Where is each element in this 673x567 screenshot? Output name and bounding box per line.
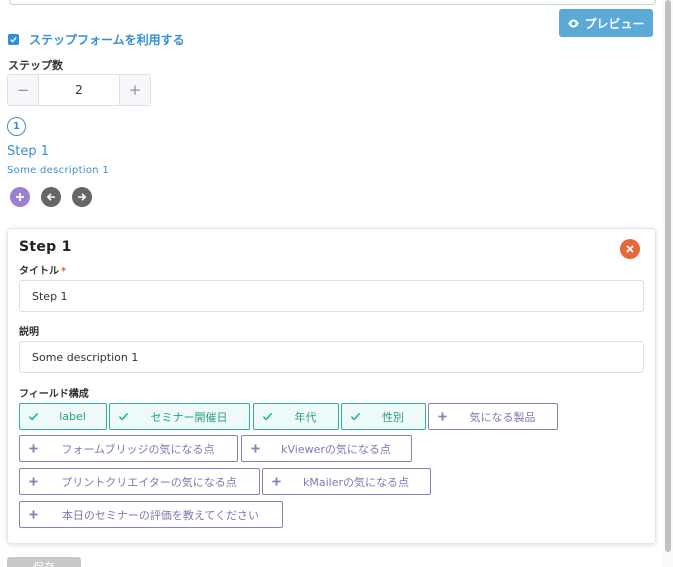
scrollbar-thumb[interactable] xyxy=(665,0,671,552)
step-count-label: ステップ数 xyxy=(8,59,63,72)
plus-icon-wrap xyxy=(20,436,47,461)
title-input[interactable]: Step 1 xyxy=(19,280,644,312)
title-label-text: タイトル xyxy=(19,266,59,277)
close-icon xyxy=(626,245,634,253)
field-chip-label: 気になる製品 xyxy=(469,410,536,424)
field-chip-label: 性別 xyxy=(382,410,404,424)
field-chip-label: セミナー開催日 xyxy=(150,410,228,424)
plus-icon xyxy=(438,412,447,421)
field-chip[interactable]: フォームブリッジの気になる点 xyxy=(19,435,238,462)
check-icon-wrap xyxy=(110,404,137,429)
check-icon xyxy=(10,37,17,43)
step-card: Step 1 タイトル * Step 1 説明 Some description … xyxy=(7,228,656,544)
check-icon xyxy=(350,412,361,421)
field-chip[interactable]: label xyxy=(19,403,107,430)
field-chip-label: プリントクリエイターの気になる点 xyxy=(61,475,237,489)
field-chip-label: 年代 xyxy=(294,410,317,424)
add-step-button[interactable] xyxy=(10,187,30,207)
top-input-field[interactable] xyxy=(9,0,656,5)
eye-icon xyxy=(568,18,580,28)
field-chip-label: 本日のセミナーの評価を教えてください xyxy=(61,508,260,522)
save-button[interactable]: 保存 xyxy=(7,557,81,567)
field-chip-label: kMailerの気になる点 xyxy=(302,475,409,489)
check-icon-wrap xyxy=(20,404,47,429)
previous-step-button[interactable] xyxy=(41,187,61,207)
required-mark: * xyxy=(61,266,67,277)
plus-icon xyxy=(16,193,24,201)
field-chip[interactable]: kViewerの気になる点 xyxy=(241,435,412,462)
field-chip[interactable]: 本日のセミナーの評価を教えてください xyxy=(19,501,283,528)
title-label: タイトル * xyxy=(19,262,66,277)
plus-icon-wrap xyxy=(242,436,269,461)
field-chip[interactable]: 年代 xyxy=(253,403,339,430)
use-step-form-option[interactable]: ステップフォームを利用する xyxy=(8,31,185,48)
field-chip[interactable]: プリントクリエイターの気になる点 xyxy=(19,468,260,495)
remove-step-button[interactable] xyxy=(620,239,640,259)
arrow-left-icon xyxy=(46,193,55,201)
step-card-heading: Step 1 xyxy=(19,239,72,255)
decrement-button[interactable]: − xyxy=(8,75,39,105)
check-icon xyxy=(28,412,39,421)
increment-button[interactable]: + xyxy=(119,75,150,105)
plus-icon xyxy=(272,477,281,486)
step-count-value[interactable]: 2 xyxy=(39,75,119,105)
field-chip[interactable]: 性別 xyxy=(341,403,426,430)
check-icon-wrap xyxy=(342,404,369,429)
preview-button[interactable]: プレビュー xyxy=(559,9,653,37)
step-number-indicator[interactable]: 1 xyxy=(7,117,26,136)
plus-icon xyxy=(29,444,38,453)
check-icon xyxy=(118,412,129,421)
preview-button-label: プレビュー xyxy=(584,16,645,31)
step-count-stepper[interactable]: − 2 + xyxy=(7,74,151,106)
step-indicator-description: Some description 1 xyxy=(7,165,110,176)
plus-icon-wrap xyxy=(20,502,47,527)
plus-icon xyxy=(251,444,260,453)
field-chip-label: label xyxy=(59,410,86,423)
next-step-button[interactable] xyxy=(72,187,92,207)
field-chip[interactable]: kMailerの気になる点 xyxy=(262,468,431,495)
field-chip[interactable]: 気になる製品 xyxy=(428,403,558,430)
use-step-form-checkbox[interactable] xyxy=(8,34,19,45)
use-step-form-label[interactable]: ステップフォームを利用する xyxy=(29,31,185,48)
plus-icon-wrap xyxy=(263,469,290,494)
field-chip-label: kViewerの気になる点 xyxy=(281,442,391,456)
check-icon xyxy=(262,412,273,421)
plus-icon-wrap xyxy=(20,469,47,494)
fields-label: フィールド構成 xyxy=(19,389,89,400)
field-chip-label: フォームブリッジの気になる点 xyxy=(61,442,215,456)
description-input[interactable]: Some description 1 xyxy=(19,341,644,373)
plus-icon xyxy=(29,510,38,519)
arrow-right-icon xyxy=(78,193,87,201)
field-chip[interactable]: セミナー開催日 xyxy=(109,403,250,430)
description-label: 説明 xyxy=(19,327,39,338)
plus-icon-wrap xyxy=(429,404,456,429)
step-indicator-title: Step 1 xyxy=(7,144,50,159)
check-icon-wrap xyxy=(254,404,281,429)
plus-icon xyxy=(29,477,38,486)
